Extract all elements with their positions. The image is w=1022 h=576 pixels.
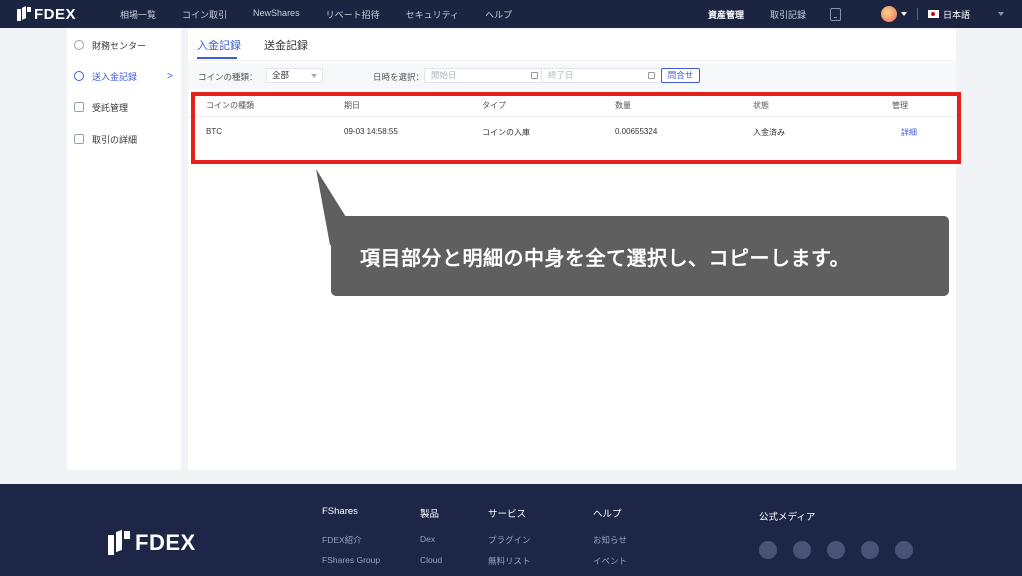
right-nav: 資産管理 取引記録 日本語 (708, 0, 1022, 28)
query-button[interactable]: 問合せ (661, 68, 700, 83)
vk-icon[interactable] (759, 541, 777, 559)
sidebar-item-custody-management[interactable]: 受託管理 (67, 92, 181, 122)
nav-newshares[interactable]: NewShares (253, 8, 300, 21)
footer-link-plugin[interactable]: プラグイン (488, 534, 531, 546)
sidebar: 財務センター 送入金記録 > 受託管理 取引の詳細 (67, 29, 181, 470)
telegram-icon[interactable] (827, 541, 845, 559)
twitter-icon[interactable] (861, 541, 879, 559)
fdex-logo[interactable]: FDEX (17, 6, 76, 23)
sidebar-item-label: 送入金記録 (92, 71, 138, 82)
footer-logo-text: FDEX (135, 530, 196, 555)
active-tab-underline (197, 57, 237, 59)
instruction-callout: 項目部分と明細の中身を全て選択し、コピーします。 (331, 216, 949, 296)
chevron-right-icon: > (167, 70, 173, 82)
start-date-placeholder: 開始日 (431, 70, 457, 80)
sidebar-item-trade-details[interactable]: 取引の詳細 (67, 124, 181, 154)
sidebar-item-finance-center[interactable]: 財務センター (67, 30, 181, 60)
main-nav: 相場一覧 コイン取引 NewShares リベート招待 セキュリティ ヘルプ (120, 8, 538, 21)
tab-withdraw-records[interactable]: 送金記録 (264, 37, 308, 53)
tab-deposit-records[interactable]: 入金記録 (197, 37, 241, 53)
date-select-label: 日時を選択： (373, 72, 425, 82)
callout-text: 項目部分と明細の中身を全て選択し、コピーします。 (360, 247, 850, 270)
calendar-icon (648, 72, 655, 79)
footer-link-dex[interactable]: Dex (420, 534, 435, 544)
footer-link-fshares-group[interactable]: FShares Group (322, 555, 380, 565)
sidebar-item-label: 取引の詳細 (92, 134, 138, 145)
top-navigation-bar: FDEX 相場一覧 コイン取引 NewShares リベート招待 セキュリティ … (0, 0, 1022, 28)
fdex-logo-icon (17, 6, 31, 21)
japan-flag-icon (927, 10, 939, 18)
footer-col-title-services: サービス (488, 509, 527, 520)
avatar[interactable] (880, 6, 897, 22)
footer-link-free-listing[interactable]: 無料リスト (488, 555, 531, 567)
footer-logo[interactable]: FDEX (108, 529, 196, 556)
tabs: 入金記録 送金記録 (188, 29, 956, 61)
selection-highlight-box (191, 92, 961, 164)
nav-security[interactable]: セキュリティ (406, 8, 459, 21)
download-icon[interactable] (829, 7, 841, 21)
filter-bar: コインの種類： 全部 日時を選択： 開始日 終了日 問合せ (188, 63, 956, 89)
footer-link-events[interactable]: イベント (593, 555, 627, 567)
sidebar-item-label: 財務センター (92, 40, 147, 51)
list-icon (74, 134, 84, 144)
nav-market-list[interactable]: 相場一覧 (120, 8, 156, 21)
calendar-icon (531, 72, 538, 79)
end-date-placeholder: 終了日 (548, 70, 574, 80)
divider (916, 8, 918, 20)
wallet-icon (74, 40, 84, 50)
footer-col-title-help: ヘルプ (593, 509, 622, 520)
nav-asset-management[interactable]: 資産管理 (708, 8, 744, 21)
footer-col-title-products: 製品 (420, 509, 440, 520)
chevron-down-icon (311, 74, 317, 78)
nav-help[interactable]: ヘルプ (485, 8, 512, 21)
nav-coin-trade[interactable]: コイン取引 (182, 8, 227, 21)
start-date-input[interactable]: 開始日 (424, 68, 546, 83)
footer-col-title-fshares: FShares (322, 506, 358, 517)
language-selector[interactable]: 日本語 (943, 8, 970, 21)
nav-trade-history[interactable]: 取引記録 (770, 8, 806, 21)
transfer-icon (74, 71, 84, 81)
nav-rebate-invite[interactable]: リベート招待 (326, 8, 380, 21)
wechat-icon[interactable] (793, 541, 811, 559)
logo-text: FDEX (34, 5, 77, 23)
coin-type-label: コインの種類： (198, 72, 258, 82)
language-chevron-down-icon[interactable] (998, 12, 1004, 16)
footer-social-title: 公式メディア (759, 512, 816, 523)
coin-type-value: 全部 (272, 70, 290, 80)
sidebar-item-label: 受託管理 (92, 102, 129, 113)
footer-link-cloud[interactable]: Cloud (420, 555, 442, 565)
sidebar-item-transfer-records[interactable]: 送入金記録 > (67, 61, 181, 91)
end-date-input[interactable]: 終了日 (541, 68, 663, 83)
footer-link-news[interactable]: お知らせ (593, 534, 627, 546)
footer: FDEX FShares FDEX紹介 FShares Group 製品 Dex… (0, 484, 1022, 576)
fdex-logo-icon (108, 529, 130, 555)
facebook-icon[interactable] (895, 541, 913, 559)
footer-link-about[interactable]: FDEX紹介 (322, 534, 362, 546)
document-icon (74, 102, 84, 112)
coin-type-select[interactable]: 全部 (266, 68, 323, 83)
chevron-down-icon[interactable] (900, 12, 907, 16)
